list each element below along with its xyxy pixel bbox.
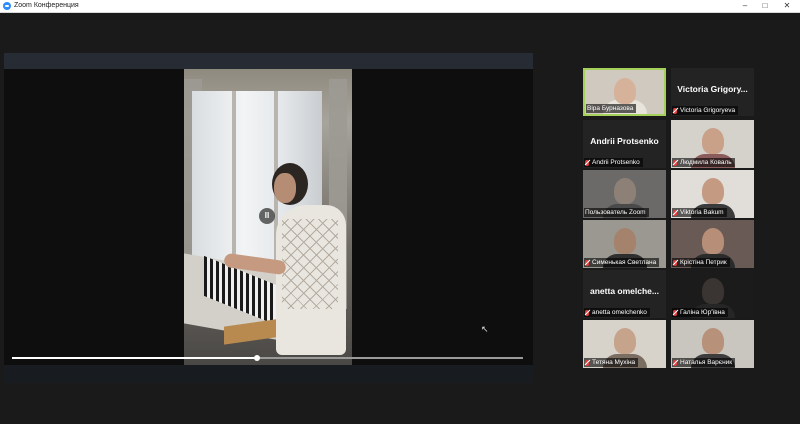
participant-face bbox=[701, 328, 724, 354]
mic-muted-icon bbox=[673, 309, 677, 316]
mic-muted-icon bbox=[585, 159, 589, 166]
close-button[interactable]: ✕ bbox=[778, 0, 796, 12]
zoom-app-icon bbox=[3, 2, 11, 10]
participant-tile[interactable]: anetta omelche... anetta omelchenko bbox=[583, 270, 666, 318]
participant-tile[interactable]: Viktoria Bakum bbox=[671, 170, 754, 218]
pause-button[interactable]: II bbox=[259, 208, 275, 224]
minimize-button[interactable]: – bbox=[736, 0, 754, 12]
participant-name-label: anetta omelchenko bbox=[584, 308, 650, 317]
participant-name: Viktoria Bakum bbox=[680, 209, 724, 216]
participant-name-label: Andrii Protsenko bbox=[584, 158, 643, 167]
participant-name-label: Victoria Grigoryeva bbox=[672, 106, 739, 115]
participant-name: Andrii Protsenko bbox=[592, 159, 640, 166]
participant-tile[interactable]: Галіна Юр'ївна bbox=[671, 270, 754, 318]
participant-tile[interactable]: Наталья Варєник bbox=[671, 320, 754, 368]
mouse-cursor-icon: ↖ bbox=[481, 324, 489, 334]
participant-face bbox=[701, 178, 724, 204]
mic-muted-icon bbox=[673, 259, 677, 266]
participant-face bbox=[613, 228, 636, 254]
participant-name: Пользователь Zoom bbox=[585, 209, 646, 216]
participant-name: Віра Бурназова bbox=[587, 105, 634, 112]
participant-face bbox=[701, 278, 724, 304]
participant-face bbox=[701, 128, 724, 154]
participant-name-label: Наталья Варєник bbox=[672, 358, 736, 367]
maximize-button[interactable]: □ bbox=[756, 0, 774, 12]
participant-name: Людмила Коваль bbox=[680, 159, 732, 166]
mic-muted-icon bbox=[673, 359, 677, 366]
participant-name-label: Галіна Юр'ївна bbox=[672, 308, 728, 317]
participant-tile[interactable]: Тетяна Мухіна bbox=[583, 320, 666, 368]
participant-face bbox=[613, 178, 636, 204]
participant-face bbox=[613, 78, 636, 104]
participant-name: Наталья Варєник bbox=[680, 359, 733, 366]
participant-name: Крістіна Петрик bbox=[680, 259, 727, 266]
participant-tile[interactable]: Віра Бурназова bbox=[583, 68, 666, 116]
participant-name-label: Тетяна Мухіна bbox=[584, 358, 639, 367]
participant-name-label: Віра Бурназова bbox=[586, 104, 637, 113]
mic-muted-icon bbox=[585, 309, 589, 316]
participant-name: Victoria Grigoryeva bbox=[680, 107, 736, 114]
mic-muted-icon bbox=[673, 209, 677, 216]
participant-name: Сименькая Светлана bbox=[592, 259, 657, 266]
participant-name: Тетяна Мухіна bbox=[592, 359, 636, 366]
participant-display-name: Victoria Grigory... bbox=[677, 84, 748, 94]
participant-tile[interactable]: Andrii Protsenko Andrii Protsenko bbox=[583, 120, 666, 168]
window-title: Zoom Конференция bbox=[14, 2, 79, 9]
participant-tile[interactable]: Крістіна Петрик bbox=[671, 220, 754, 268]
participant-name-label: Людмила Коваль bbox=[672, 158, 735, 167]
participant-name-label: Viktoria Bakum bbox=[672, 208, 727, 217]
participant-gallery: Віра Бурназова Victoria Grigory... Victori… bbox=[583, 68, 755, 368]
participant-face bbox=[613, 328, 636, 354]
participant-face bbox=[701, 228, 724, 254]
mic-muted-icon bbox=[585, 259, 589, 266]
video-progress-fill bbox=[12, 357, 258, 359]
mic-muted-icon bbox=[673, 159, 677, 166]
shared-screen-top-bar bbox=[4, 53, 533, 69]
shared-screen-bottom-bar bbox=[4, 365, 533, 383]
participant-name-label: Сименькая Светлана bbox=[584, 258, 660, 267]
participant-tile[interactable]: Пользователь Zoom bbox=[583, 170, 666, 218]
participant-tile[interactable]: Людмила Коваль bbox=[671, 120, 754, 168]
participant-name-label: Крістіна Петрик bbox=[672, 258, 730, 267]
participant-tile[interactable]: Сименькая Светлана bbox=[583, 220, 666, 268]
mic-muted-icon bbox=[585, 359, 589, 366]
title-bar: Zoom Конференция – □ ✕ bbox=[0, 0, 800, 13]
video-progress-bar[interactable] bbox=[12, 355, 523, 361]
shared-screen[interactable]: II ↖ bbox=[4, 53, 533, 383]
participant-name: Галіна Юр'ївна bbox=[680, 309, 725, 316]
participant-name-label: Пользователь Zoom bbox=[584, 208, 649, 217]
window-frame-bar bbox=[232, 91, 236, 271]
participant-display-name: Andrii Protsenko bbox=[590, 136, 659, 146]
participant-display-name: anetta omelche... bbox=[590, 286, 659, 296]
participant-name: anetta omelchenko bbox=[592, 309, 647, 316]
pianist-face bbox=[274, 173, 296, 203]
pianist-sweater-pattern bbox=[282, 219, 338, 309]
participant-tile[interactable]: Victoria Grigory... Victoria Grigoryeva bbox=[671, 68, 754, 116]
mic-muted-icon bbox=[673, 107, 677, 114]
